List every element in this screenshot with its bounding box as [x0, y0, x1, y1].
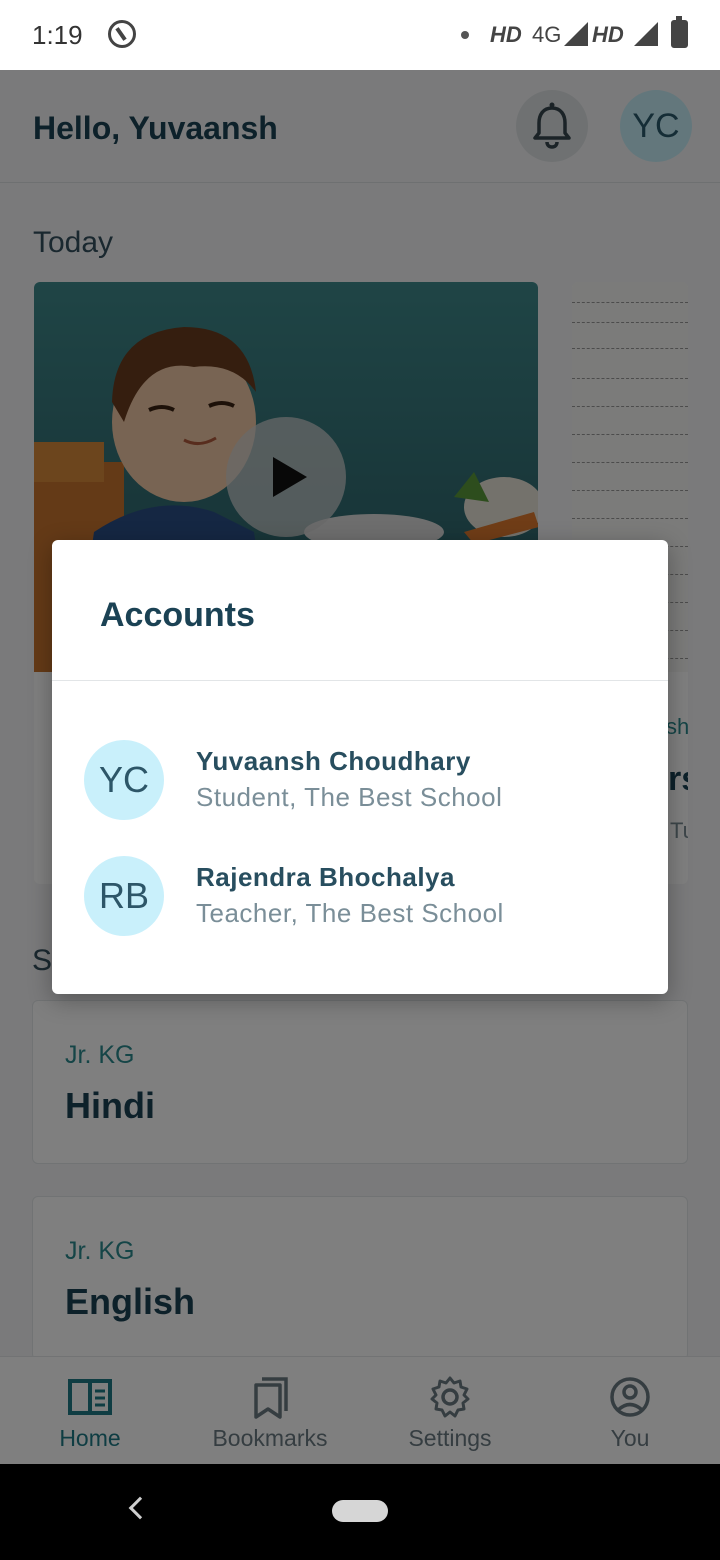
system-navigation-bar	[0, 1464, 720, 1560]
network-hd-label: HD	[490, 22, 522, 47]
home-pill-button[interactable]	[332, 1500, 388, 1522]
account-name: Yuvaansh Choudhary	[196, 746, 471, 776]
account-role: Student, The Best School	[196, 782, 503, 812]
signal-icon	[564, 22, 588, 46]
network-type-label: 4G	[532, 22, 562, 47]
battery-icon	[671, 16, 688, 48]
account-item-rajendra[interactable]: RB Rajendra Bhochalya Teacher, The Best …	[52, 848, 668, 944]
dialog-divider	[52, 680, 668, 681]
account-item-yuvaansh[interactable]: YC Yuvaansh Choudhary Student, The Best …	[52, 732, 668, 828]
data-saver-icon	[108, 20, 136, 48]
back-icon[interactable]	[128, 1496, 152, 1520]
notification-dot-icon	[461, 31, 469, 39]
accounts-dialog: Accounts YC Yuvaansh Choudhary Student, …	[52, 540, 668, 994]
signal-icon-2	[634, 22, 658, 46]
avatar: YC	[84, 740, 164, 820]
avatar: RB	[84, 856, 164, 936]
account-role: Teacher, The Best School	[196, 898, 504, 928]
status-bar: 1:19 HD 4G HD	[0, 0, 720, 70]
network-hd-label-2: HD	[592, 22, 624, 47]
dialog-title: Accounts	[100, 596, 255, 634]
status-time: 1:19	[32, 20, 83, 50]
account-name: Rajendra Bhochalya	[196, 862, 455, 892]
